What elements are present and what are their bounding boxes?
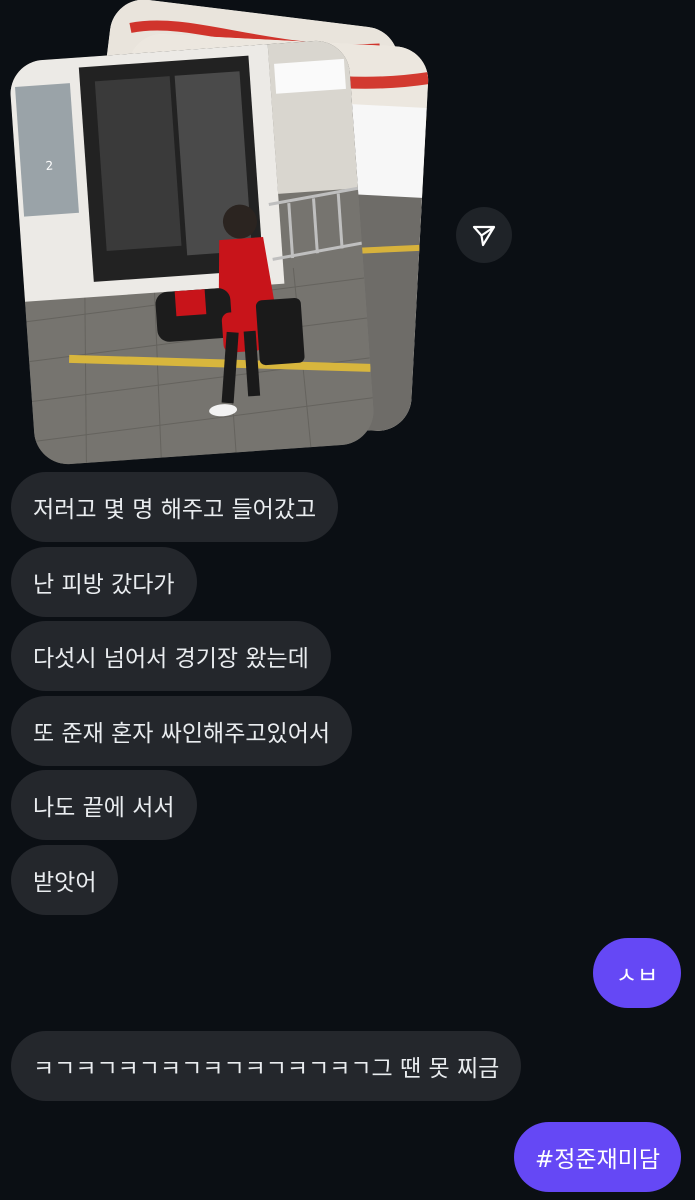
- svg-text:2: 2: [45, 158, 54, 172]
- message-incoming[interactable]: ㅋㄱㅋㄱㅋㄱㅋㄱㅋㄱㅋㄱㅋㄱㅋㄱ그 땐 못 찌금: [11, 1031, 522, 1101]
- share-button[interactable]: [456, 207, 512, 263]
- message-incoming[interactable]: 나도 끝에 서서: [11, 770, 197, 840]
- message-incoming[interactable]: 또 준재 혼자 싸인해주고있어서: [11, 696, 353, 766]
- message-incoming[interactable]: 다섯시 넘어서 경기장 왔는데: [11, 621, 331, 691]
- message-incoming[interactable]: 저러고 몇 명 해주고 들어갔고: [11, 472, 339, 542]
- message-incoming[interactable]: 받앗어: [11, 845, 119, 915]
- message-outgoing[interactable]: ㅅㅂ: [593, 938, 681, 1008]
- message-incoming[interactable]: 난 피방 갔다가: [11, 547, 197, 617]
- message-outgoing[interactable]: #정준재미담: [514, 1122, 681, 1192]
- send-arrow-icon: [472, 225, 496, 247]
- photo-main[interactable]: 2: [8, 38, 376, 467]
- chat-thread: 2 저러고 몇 명 해주고 들어갔고 난 피방 갔다가 다섯시 넘어서 경기장 …: [0, 0, 695, 1200]
